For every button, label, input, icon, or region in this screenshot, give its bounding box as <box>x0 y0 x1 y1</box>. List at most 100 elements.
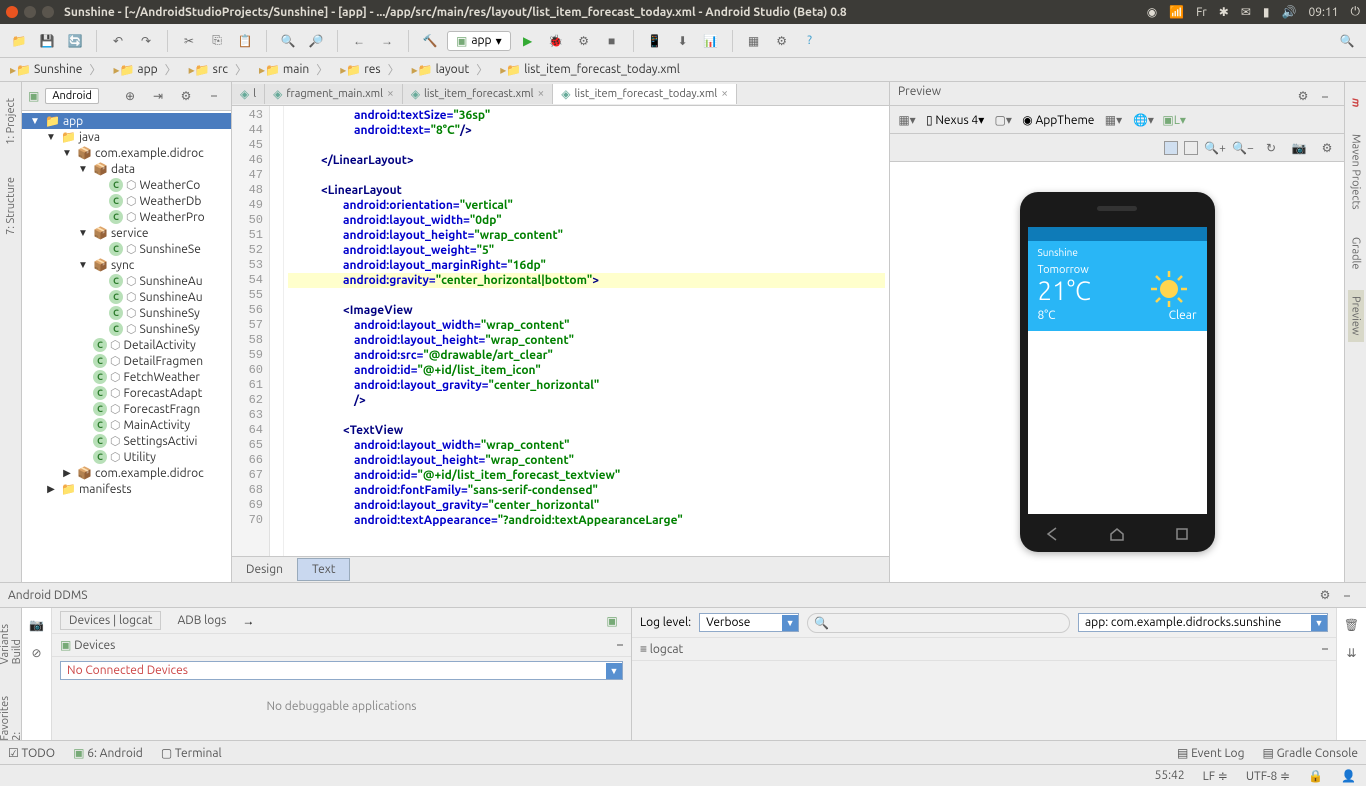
open-icon[interactable]: 📁 <box>8 30 30 52</box>
tab-adb-logs[interactable]: ADB logs <box>169 612 234 629</box>
android-robot-icon[interactable]: ▣ <box>601 610 623 632</box>
avd-icon[interactable]: 📱 <box>644 30 666 52</box>
screenshot-icon[interactable]: 📷 <box>26 614 48 636</box>
back-icon[interactable]: ← <box>348 30 370 52</box>
run-icon[interactable]: ▶ <box>517 30 539 52</box>
activity-icon[interactable]: ▦▾ <box>1102 109 1124 131</box>
close-window-button[interactable] <box>6 6 18 18</box>
tree-node[interactable]: ▼📁 app <box>22 113 231 129</box>
code-editor[interactable]: android:textSize="36sp" android:text="8°… <box>284 106 889 556</box>
tab-gradle-console[interactable]: ▤ Gradle Console <box>1262 746 1358 760</box>
gear-icon[interactable]: ⚙ <box>1292 85 1314 107</box>
tab-commander[interactable]: m <box>1348 92 1364 113</box>
tree-node[interactable]: C ⬡ SunshineSy <box>22 305 231 321</box>
sdk-icon[interactable]: ⬇ <box>672 30 694 52</box>
sync-icon[interactable]: 🔄 <box>64 30 86 52</box>
tab-structure[interactable]: 7: Structure <box>3 171 19 241</box>
tab-gradle[interactable]: Gradle <box>1348 231 1364 276</box>
tree-node[interactable]: C ⬡ WeatherPro <box>22 209 231 225</box>
breadcrumb-item[interactable]: ▸📁 src <box>185 61 255 78</box>
settings-icon[interactable]: ⚙ <box>1316 137 1338 159</box>
tree-node[interactable]: ▼📦 sync <box>22 257 231 273</box>
encoding[interactable]: UTF-8 ≑ <box>1246 769 1290 783</box>
replace-icon[interactable]: 🔎 <box>305 30 327 52</box>
lang-indicator[interactable]: Fr <box>1196 6 1207 19</box>
editor-tab[interactable]: ◈ list_item_forecast_today.xml × <box>553 84 737 104</box>
editor-tab[interactable]: ◈ fragment_main.xml × <box>265 84 403 104</box>
hide-icon[interactable]: ⎯ <box>1336 585 1358 607</box>
zoom-in-icon[interactable]: 🔍+ <box>1204 137 1226 159</box>
tab-event-log[interactable]: ▤ Event Log <box>1177 746 1244 760</box>
volume-icon[interactable]: 🔊 <box>1282 5 1297 19</box>
bluetooth-icon[interactable]: ✱ <box>1219 5 1229 19</box>
refresh-icon[interactable]: ↻ <box>1260 137 1282 159</box>
tab-terminal[interactable]: ▢ Terminal <box>161 746 222 760</box>
tree-node[interactable]: C ⬡ FetchWeather <box>22 369 231 385</box>
battery-icon[interactable]: ▮ <box>1263 5 1270 19</box>
tree-node[interactable]: C ⬡ DetailFragmen <box>22 353 231 369</box>
debug-icon[interactable]: 🐞 <box>545 30 567 52</box>
tree-node[interactable]: ▶📁 manifests <box>22 481 231 497</box>
tree-node[interactable]: C ⬡ DetailActivity <box>22 337 231 353</box>
tree-node[interactable]: C ⬡ SunshineSe <box>22 241 231 257</box>
lock-icon[interactable]: 🔒 <box>1308 769 1323 783</box>
tab-android[interactable]: ▣ 6: Android <box>73 746 143 760</box>
save-icon[interactable]: 💾 <box>36 30 58 52</box>
tree-node[interactable]: C ⬡ ForecastAdapt <box>22 385 231 401</box>
chrome-icon[interactable]: ◉ <box>1147 5 1157 19</box>
hector-icon[interactable]: 👤 <box>1341 769 1356 783</box>
tree-node[interactable]: C ⬡ SettingsActivi <box>22 433 231 449</box>
loglevel-dropdown[interactable]: Verbose▼ <box>699 613 799 632</box>
tree-node[interactable]: C ⬡ Utility <box>22 449 231 465</box>
stop-icon[interactable]: ■ <box>601 30 623 52</box>
scroll-icon[interactable]: ⇊ <box>1341 642 1363 664</box>
attach-icon[interactable]: ⚙ <box>573 30 595 52</box>
tab-devices-logcat[interactable]: Devices | logcat <box>60 611 161 630</box>
project-view-dropdown[interactable]: Android <box>45 88 99 104</box>
settings-icon[interactable]: ⚙ <box>771 30 793 52</box>
clear-icon[interactable]: 🗑 <box>1341 614 1363 636</box>
redo-icon[interactable]: ↷ <box>135 30 157 52</box>
clock[interactable]: 09:11 <box>1308 6 1338 19</box>
find-icon[interactable]: 🔍 <box>277 30 299 52</box>
tree-node[interactable]: ▼📦 service <box>22 225 231 241</box>
cut-icon[interactable]: ✂ <box>178 30 200 52</box>
tree-node[interactable]: C ⬡ ForecastFragn <box>22 401 231 417</box>
theme-dropdown[interactable]: ◉ AppTheme <box>1022 113 1094 127</box>
tab-maven[interactable]: Maven Projects <box>1348 128 1364 216</box>
api-dropdown[interactable]: ▣L▾ <box>1162 113 1185 127</box>
copy-icon[interactable]: ⎘ <box>206 30 228 52</box>
monitor-icon[interactable]: 📊 <box>700 30 722 52</box>
design-tab[interactable]: Design <box>232 559 297 580</box>
forward-icon[interactable]: → <box>376 30 398 52</box>
mail-icon[interactable]: ✉ <box>1241 5 1251 19</box>
logcat-search[interactable]: 🔍 <box>807 613 1070 633</box>
fold-gutter[interactable] <box>270 106 284 556</box>
breadcrumb-item[interactable]: ▸📁 main <box>255 61 336 78</box>
run-config-dropdown[interactable]: ▣app▾ <box>447 31 511 51</box>
tree-node[interactable]: C ⬡ SunshineAu <box>22 273 231 289</box>
tab-todo[interactable]: ☑ TODO <box>8 746 55 760</box>
render-icon[interactable]: ▦▾ <box>896 109 918 131</box>
text-tab[interactable]: Text <box>297 558 351 581</box>
tree-node[interactable]: ▼📦 data <box>22 161 231 177</box>
tree-node[interactable]: C ⬡ SunshineAu <box>22 289 231 305</box>
breadcrumb-item[interactable]: ▸📁 layout <box>408 61 497 78</box>
scroll-from-icon[interactable]: ⊕ <box>119 85 141 107</box>
tab-preview[interactable]: Preview <box>1348 290 1364 341</box>
tree-node[interactable]: C ⬡ WeatherCo <box>22 177 231 193</box>
zoom-fit-icon[interactable] <box>1164 141 1178 155</box>
tab-build-variants[interactable]: Build Variants <box>0 618 25 670</box>
tree-node[interactable]: ▼📁 java <box>22 129 231 145</box>
locale-icon[interactable]: 🌐▾ <box>1132 109 1154 131</box>
screenshot-icon[interactable]: 📷 <box>1288 137 1310 159</box>
breadcrumb-item[interactable]: ▸📁 res <box>336 61 407 78</box>
structure-icon[interactable]: ▦ <box>743 30 765 52</box>
zoom-actual-icon[interactable] <box>1184 141 1198 155</box>
wifi-icon[interactable]: 📶 <box>1169 5 1184 19</box>
tab-project[interactable]: 1: Project <box>3 92 19 151</box>
orientation-icon[interactable]: ▢▾ <box>992 109 1014 131</box>
tree-node[interactable]: ▶📦 com.example.didroc <box>22 465 231 481</box>
collapse-icon[interactable]: ⇥ <box>147 85 169 107</box>
make-icon[interactable]: 🔨 <box>419 30 441 52</box>
